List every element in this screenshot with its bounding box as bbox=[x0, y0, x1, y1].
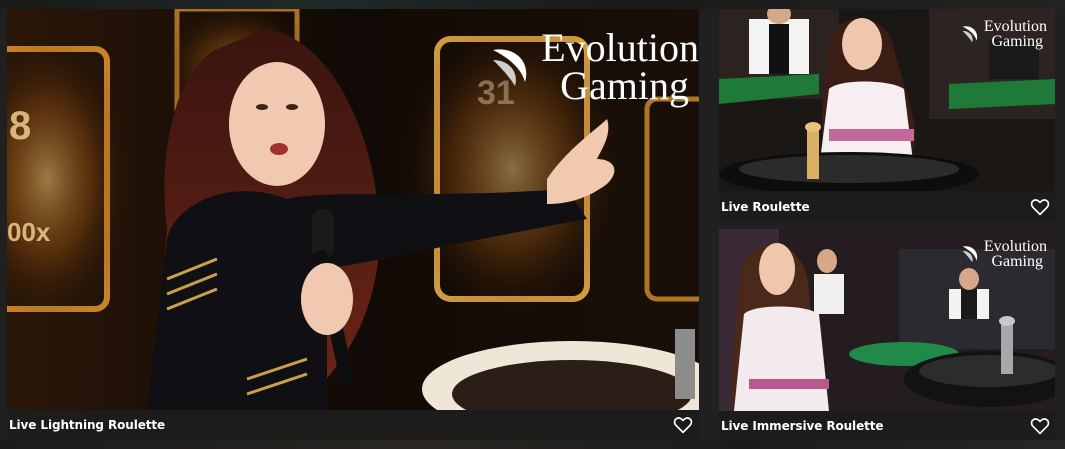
provider-name-line2: Gaming bbox=[560, 63, 690, 108]
heart-outline-icon[interactable] bbox=[1029, 196, 1051, 218]
game-caption: Live Roulette bbox=[719, 191, 1055, 222]
provider-name-line1: Evolution bbox=[983, 238, 1047, 255]
game-card-lightning-roulette[interactable]: 8 00x 31 Evolution Gaming Live Lightning… bbox=[7, 9, 699, 440]
provider-logo: Evolution Gaming bbox=[959, 238, 1047, 271]
game-card-immersive-roulette[interactable]: Evolution Gaming Live Immersive Roulette bbox=[719, 229, 1055, 440]
game-thumbnail[interactable]: 8 00x 31 Evolution Gaming bbox=[7, 9, 699, 410]
game-card-live-roulette[interactable]: Evolution Gaming Live Roulette bbox=[719, 9, 1055, 222]
svg-text:8: 8 bbox=[9, 104, 31, 148]
svg-text:00x: 00x bbox=[7, 217, 51, 247]
provider-name-line1: Evolution bbox=[983, 18, 1047, 35]
heart-outline-icon[interactable] bbox=[672, 414, 694, 436]
game-title[interactable]: Live Lightning Roulette bbox=[7, 418, 165, 432]
game-thumbnail[interactable]: Evolution Gaming bbox=[719, 9, 1055, 191]
evolution-logo-icon bbox=[962, 26, 978, 43]
game-grid: 8 00x 31 Evolution Gaming Live Lightning… bbox=[0, 0, 1065, 449]
evolution-logo-icon bbox=[962, 246, 978, 263]
heart-outline-icon[interactable] bbox=[1029, 415, 1051, 437]
bottom-strip bbox=[0, 440, 1065, 449]
game-caption: Live Lightning Roulette bbox=[7, 410, 699, 440]
provider-logo: Evolution Gaming bbox=[485, 25, 699, 108]
game-caption: Live Immersive Roulette bbox=[719, 411, 1055, 440]
provider-name-line1: Evolution bbox=[541, 25, 699, 70]
evolution-logo-icon bbox=[493, 49, 527, 86]
game-title[interactable]: Live Immersive Roulette bbox=[719, 419, 884, 433]
game-thumbnail[interactable]: Evolution Gaming bbox=[719, 229, 1055, 411]
top-strip bbox=[0, 0, 1065, 9]
game-title[interactable]: Live Roulette bbox=[719, 200, 810, 214]
provider-logo: Evolution Gaming bbox=[959, 18, 1047, 51]
provider-name-line2: Gaming bbox=[991, 33, 1043, 51]
provider-name-line2: Gaming bbox=[991, 253, 1043, 271]
